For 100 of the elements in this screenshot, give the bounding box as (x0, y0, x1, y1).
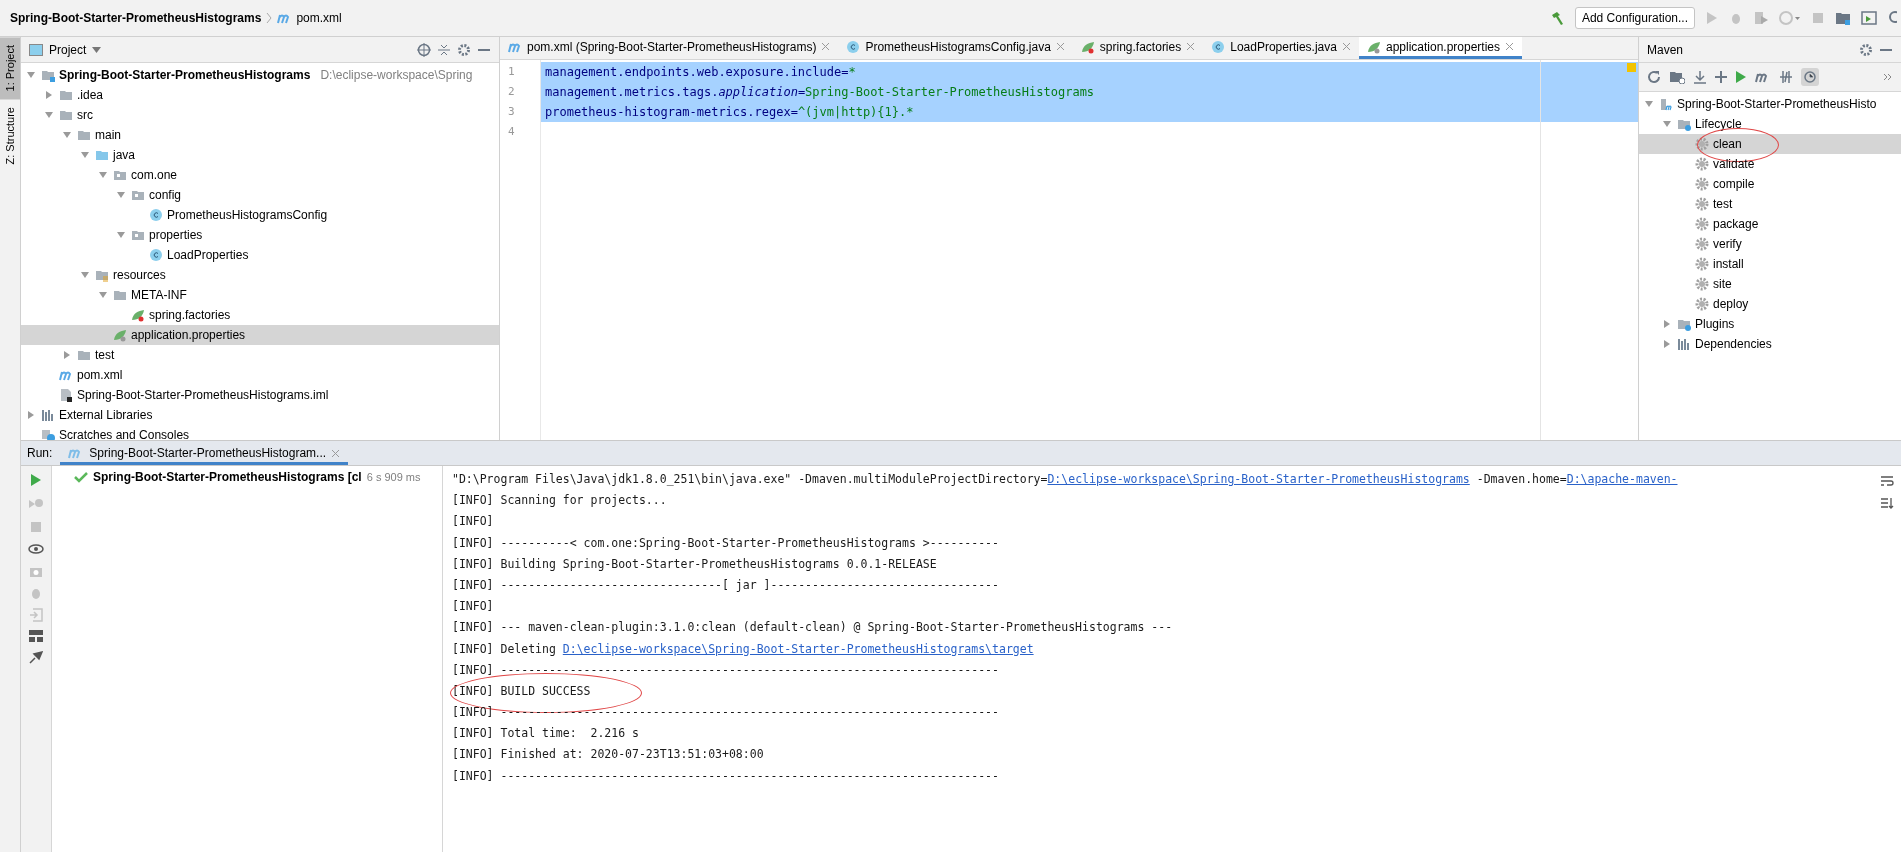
project-structure-icon[interactable] (1835, 10, 1851, 26)
toggle-offline-button[interactable] (1801, 68, 1819, 86)
panel-title[interactable]: Project (49, 42, 87, 57)
path-link[interactable]: D:\eclipse-workspace\Spring-Boot-Starter-PrometheusHistograms\target (562, 641, 1034, 656)
settings-icon[interactable] (1859, 42, 1873, 57)
editor-tab[interactable]: LoadProperties.java (1203, 37, 1359, 59)
breadcrumb-project[interactable]: Spring-Boot-Starter-PrometheusHistograms (10, 11, 262, 25)
tree-row[interactable]: Spring-Boot-Starter-PrometheusHistograms D:\eclipse-workspace\Spring (21, 65, 499, 85)
run-icon[interactable] (29, 472, 43, 488)
skip-tests-icon[interactable] (1779, 70, 1793, 84)
close-icon[interactable] (331, 448, 341, 458)
tree-row[interactable]: Scratches and Consoles (21, 425, 499, 440)
tree-row[interactable]: Plugins (1639, 314, 1901, 334)
tree-row[interactable]: META-INF (21, 285, 499, 305)
tree-row[interactable]: PrometheusHistogramsConfig (21, 205, 499, 225)
editor-tab[interactable]: spring.factories (1072, 37, 1204, 59)
more-icon[interactable] (1883, 72, 1893, 82)
download-icon[interactable] (1693, 70, 1707, 84)
tree-row[interactable]: External Libraries (21, 405, 499, 425)
editor-tab[interactable]: PrometheusHistogramsConfig.java (838, 37, 1073, 59)
close-icon[interactable] (821, 42, 831, 51)
tree-row[interactable]: .idea (21, 85, 499, 105)
stop-icon[interactable] (29, 520, 43, 534)
tree-row[interactable]: deploy (1639, 294, 1901, 314)
tree-label: deploy (1713, 297, 1749, 311)
run-tree-item[interactable]: Spring-Boot-Starter-PrometheusHistograms [cl (93, 470, 362, 484)
tree-row[interactable]: Spring-Boot-Starter-PrometheusHisto (1639, 94, 1901, 114)
tree-label: Scratches and Consoles (59, 428, 190, 440)
project-path: D:\eclipse-workspace\Spring (320, 68, 473, 82)
tree-row[interactable]: validate (1639, 154, 1901, 174)
gear-icon (1695, 277, 1709, 291)
console-line: [INFO] (452, 513, 495, 531)
tree-row[interactable]: LoadProperties (21, 245, 499, 265)
tree-row[interactable]: test (1639, 194, 1901, 214)
close-icon[interactable] (1055, 42, 1065, 51)
tree-row[interactable]: java (21, 145, 499, 165)
tree-row[interactable]: src (21, 105, 499, 125)
add-configuration-button[interactable]: Add Configuration... (1574, 7, 1695, 29)
close-icon[interactable] (1186, 42, 1196, 51)
stop-icon[interactable] (1811, 10, 1825, 26)
tool-window-tab[interactable]: Z: Structure (0, 99, 20, 173)
warning-marker[interactable] (1627, 63, 1636, 72)
eye-icon[interactable] (28, 542, 44, 556)
tree-label: Dependencies (1695, 337, 1772, 351)
tree-row[interactable]: com.one (21, 165, 499, 185)
tree-row[interactable]: application.properties (21, 325, 499, 345)
checkmark-icon (74, 471, 88, 483)
collapse-all-icon[interactable] (437, 42, 451, 57)
folder-refresh-icon[interactable] (1669, 70, 1685, 84)
window-icon[interactable] (1861, 10, 1877, 26)
leaf-icon (1366, 39, 1381, 54)
bug-icon[interactable] (29, 586, 43, 600)
tree-row[interactable]: clean (1639, 134, 1901, 154)
close-icon[interactable] (1505, 42, 1515, 51)
plus-icon[interactable] (1715, 71, 1727, 83)
import-icon[interactable] (29, 608, 43, 622)
leaf-icon (131, 308, 145, 322)
dropdown-arrow-icon[interactable] (92, 46, 102, 53)
tree-row[interactable]: Lifecycle (1639, 114, 1901, 134)
crosshair-icon[interactable] (417, 42, 431, 57)
settings-icon[interactable] (457, 42, 471, 57)
tree-label: java (113, 148, 135, 162)
path-link[interactable]: D:\eclipse-workspace\Spring-Boot-Starter-PrometheusHistograms (1047, 472, 1470, 486)
gear-icon (1695, 257, 1709, 271)
editor-tab[interactable]: pom.xml (Spring-Boot-Starter-PrometheusHistograms) (500, 37, 839, 59)
run-icon[interactable] (1705, 10, 1719, 26)
tree-row[interactable]: verify (1639, 234, 1901, 254)
console-line: [INFO] Deleting D:\eclipse-workspace\Spring-Boot-Starter-PrometheusHistograms\target (452, 640, 1035, 658)
profiler-icon[interactable] (1779, 10, 1801, 26)
tree-row[interactable]: package (1639, 214, 1901, 234)
scratches-icon (41, 428, 55, 440)
tree-row[interactable]: properties (21, 225, 499, 245)
tree-label: Spring-Boot-Starter-PrometheusHisto (1677, 97, 1877, 111)
tree-row[interactable]: site (1639, 274, 1901, 294)
coverage-icon[interactable] (1753, 10, 1769, 26)
tree-row[interactable]: Dependencies (1639, 334, 1901, 354)
path-link[interactable]: D:\apache-maven- (1566, 472, 1678, 486)
tree-row[interactable]: Spring-Boot-Starter-PrometheusHistograms.iml (21, 385, 499, 405)
class-icon (1211, 39, 1226, 54)
breadcrumb-file[interactable]: pom.xml (296, 11, 342, 25)
run-tab[interactable]: Spring-Boot-Starter-PrometheusHistogram... (60, 446, 349, 465)
tree-row[interactable]: install (1639, 254, 1901, 274)
pin-icon[interactable] (29, 650, 43, 664)
libraries-icon (41, 408, 55, 422)
tree-row[interactable]: test (21, 345, 499, 365)
tree-row[interactable]: resources (21, 265, 499, 285)
layout-icon[interactable] (29, 630, 43, 642)
tree-row[interactable]: main (21, 125, 499, 145)
editor-tab[interactable]: application.properties (1358, 37, 1523, 59)
tree-row[interactable]: pom.xml (21, 365, 499, 385)
run-icon[interactable] (1735, 70, 1747, 84)
refresh-icon[interactable] (1647, 70, 1661, 84)
tree-row[interactable]: compile (1639, 174, 1901, 194)
tree-row[interactable]: spring.factories (21, 305, 499, 325)
soft-wrap-icon[interactable] (1880, 474, 1894, 488)
gear-icon (1695, 217, 1709, 231)
tree-row[interactable]: config (21, 185, 499, 205)
close-icon[interactable] (1341, 42, 1351, 51)
scroll-to-end-icon[interactable] (1880, 496, 1894, 510)
tool-window-tab[interactable]: 1: Project (0, 37, 20, 100)
